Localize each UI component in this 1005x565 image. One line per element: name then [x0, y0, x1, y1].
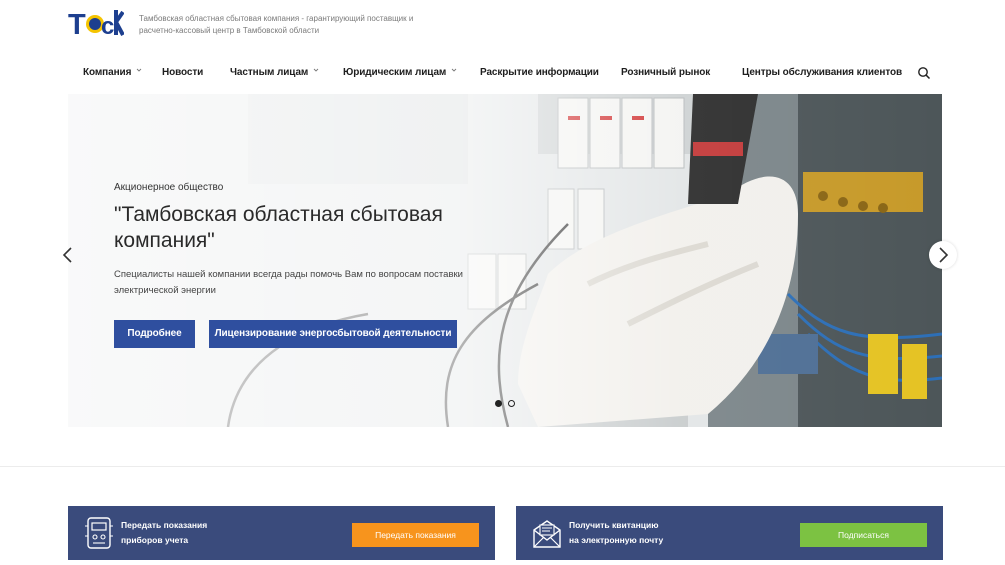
site-tagline: Тамбовская областная сбытовая компания -…: [139, 14, 414, 35]
nav-item-individuals[interactable]: Частным лицам: [230, 67, 319, 78]
main-nav: Компания Новости Частным лицам Юридическ…: [68, 62, 942, 86]
meter-card-label-line1: Передать показания: [121, 520, 208, 530]
slider-dot-1[interactable]: [495, 400, 502, 407]
receipt-card-label-line2: на электронную почту: [569, 535, 664, 545]
search-icon[interactable]: [917, 66, 931, 80]
meter-card-label-line2: приборов учета: [121, 535, 189, 545]
slider-dot-2[interactable]: [508, 400, 515, 407]
nav-item-label: Розничный рынок: [621, 67, 711, 78]
nav-item-label: Компания: [83, 67, 132, 78]
chevron-down-icon: [136, 68, 142, 72]
chevron-down-icon: [451, 68, 457, 72]
svg-text:Т: Т: [68, 9, 86, 39]
nav-item-label: Раскрытие информации: [480, 67, 599, 78]
nav-item-service-centers[interactable]: Центры обслуживания клиентов: [742, 67, 902, 78]
nav-item-label: Центры обслуживания клиентов: [742, 67, 903, 78]
hero-slider: Акционерное общество "Тамбовская областн…: [68, 94, 942, 427]
nav-item-news[interactable]: Новости: [162, 67, 203, 78]
chevron-right-icon: [939, 247, 949, 263]
nav-item-legal-entities[interactable]: Юридическим лицам: [343, 67, 457, 78]
meter-icon: [85, 517, 113, 549]
receipt-card-label: Получить квитанцию на электронную почту: [569, 518, 699, 548]
meter-readings-card: Передать показания приборов учета Переда…: [68, 506, 495, 560]
submit-readings-button[interactable]: Передать показания: [352, 523, 479, 547]
slider-next-button[interactable]: [929, 241, 957, 269]
nav-item-label: Частным лицам: [230, 67, 309, 78]
chevron-down-icon: [313, 68, 319, 72]
nav-item-retail-market[interactable]: Розничный рынок: [621, 67, 710, 78]
nav-item-disclosure[interactable]: Раскрытие информации: [480, 67, 599, 78]
receipt-card-label-line1: Получить квитанцию: [569, 520, 659, 530]
licensing-button[interactable]: Лицензирование энергосбытовой деятельнос…: [209, 320, 457, 348]
hero-kicker: Акционерное общество: [114, 182, 224, 193]
hero-description: Специалисты нашей компании всегда рады п…: [114, 269, 463, 296]
chevron-left-icon[interactable]: [61, 246, 75, 264]
email-receipt-card: Получить квитанцию на электронную почту …: [516, 506, 943, 560]
svg-text:c: c: [101, 13, 114, 39]
hero-overlay: [68, 94, 942, 427]
section-divider: [0, 466, 1005, 467]
nav-item-label: Юридическим лицам: [343, 67, 447, 78]
hero-title: "Тамбовская областная сбытовая компания": [114, 203, 443, 252]
site-header: Т c Тамбовская областная сбытовая компан…: [0, 0, 1005, 94]
meter-card-label: Передать показания приборов учета: [121, 518, 251, 548]
nav-item-company[interactable]: Компания: [83, 67, 142, 78]
envelope-icon: [533, 520, 561, 548]
more-button[interactable]: Подробнее: [114, 320, 195, 348]
subscribe-button[interactable]: Подписаться: [800, 523, 927, 547]
nav-item-label: Новости: [162, 67, 204, 78]
tosk-logo[interactable]: Т c: [68, 7, 124, 39]
